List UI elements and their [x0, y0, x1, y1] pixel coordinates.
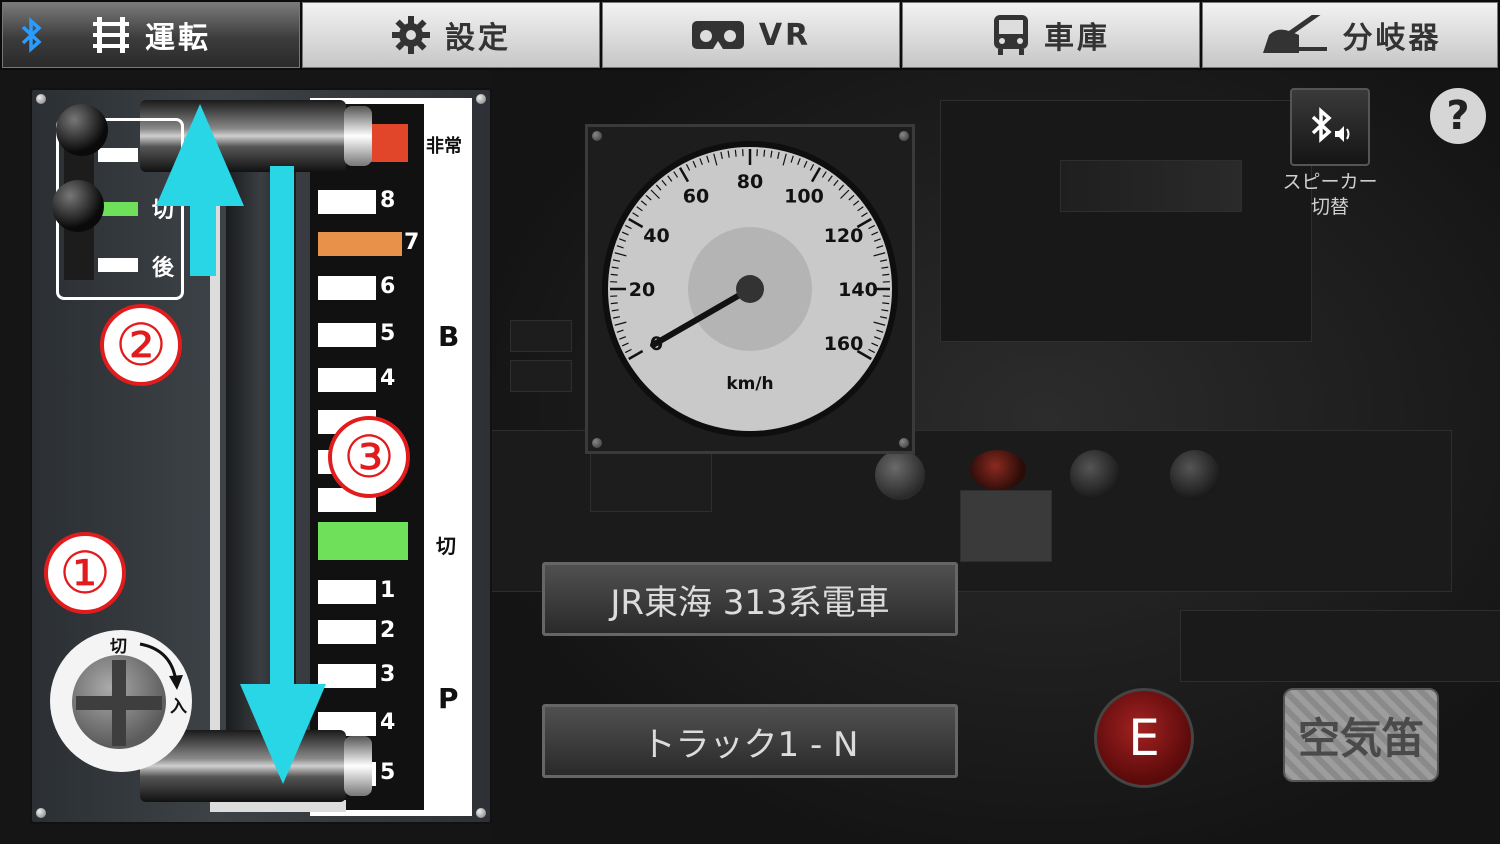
speedometer-tick — [610, 302, 618, 305]
air-horn-button[interactable]: 空気笛 — [1283, 688, 1439, 782]
tab-bar: 運転 設定 VR 車庫 分岐器 — [0, 0, 1500, 70]
reverser-reverse-mark — [98, 258, 138, 272]
tab-driving[interactable]: 運転 — [2, 2, 300, 68]
tab-vr-label: VR — [758, 17, 812, 53]
slide-arrow-icon — [156, 104, 326, 784]
cab-screen — [1060, 160, 1242, 212]
power-zone-label: P — [438, 682, 459, 715]
bluetooth-speaker-icon — [1311, 107, 1350, 143]
speaker-toggle-label: スピーカー 切替 — [1265, 170, 1395, 220]
speedometer: 020406080100120140160 km/h — [602, 141, 898, 437]
track-icon — [93, 17, 129, 53]
speedometer-label: 140 — [838, 279, 878, 301]
speedometer-tick — [882, 273, 890, 276]
reverser-knob-top[interactable] — [56, 104, 108, 156]
tab-vr[interactable]: VR — [602, 2, 900, 68]
notch-label: 5 — [380, 760, 396, 785]
tab-turnout-label: 分岐器 — [1342, 21, 1442, 56]
notch-label: 8 — [380, 188, 396, 213]
screw — [592, 438, 602, 448]
screw — [36, 808, 46, 818]
cab-knob — [875, 450, 925, 500]
tab-depot[interactable]: 車庫 — [902, 2, 1200, 68]
speedometer-hub — [736, 275, 764, 303]
tab-settings[interactable]: 設定 — [302, 2, 600, 68]
cab-block — [960, 490, 1052, 562]
brake-zone-label: B — [438, 320, 460, 353]
key-off-label: 切 — [110, 637, 127, 657]
callout-3: ③ — [328, 416, 410, 498]
speedometer-tick — [763, 149, 766, 157]
track-display[interactable]: トラック1 - N — [542, 704, 958, 778]
screw — [899, 131, 909, 141]
cab-knob — [1070, 450, 1120, 500]
notch-label: 4 — [380, 366, 396, 391]
train-icon — [994, 15, 1028, 55]
power-handle-cap — [344, 736, 372, 796]
emergency-label: 非常 — [426, 136, 462, 157]
train-name-display[interactable]: JR東海 313系電車 — [542, 562, 958, 636]
cab-switch-block — [590, 450, 712, 512]
tab-settings-label: 設定 — [445, 21, 511, 56]
reverser-forward-mark — [98, 148, 138, 162]
speedometer-label: 100 — [784, 185, 824, 207]
speaker-label-line1: スピーカー — [1282, 171, 1378, 193]
speaker-label-line2: 切替 — [1310, 196, 1349, 218]
cab-display-panel — [940, 100, 1312, 342]
speedometer-label: 120 — [824, 225, 864, 247]
bluetooth-icon — [21, 17, 42, 53]
screw — [476, 808, 486, 818]
screw — [36, 94, 46, 104]
cab-knob — [1170, 450, 1220, 500]
speedometer-tick — [882, 302, 890, 305]
speedometer-unit: km/h — [726, 374, 773, 394]
reverser-knob[interactable] — [52, 180, 104, 232]
speaker-toggle-button[interactable] — [1290, 88, 1370, 166]
notch-label: 1 — [380, 578, 396, 603]
off-label: 切 — [436, 534, 456, 558]
notch-label: 2 — [380, 618, 396, 643]
cab-red-button — [970, 450, 1026, 490]
switch-machine-icon — [1262, 15, 1327, 53]
callout-1: ① — [44, 532, 126, 614]
notch-label: 4 — [380, 710, 396, 735]
reverser-neutral-mark — [98, 202, 138, 216]
speedometer-tick — [610, 273, 618, 276]
help-button[interactable]: ? — [1430, 88, 1486, 144]
notch-label: 6 — [380, 274, 396, 299]
emergency-button[interactable]: E — [1094, 688, 1194, 788]
tab-driving-label: 運転 — [145, 21, 211, 56]
screw — [899, 438, 909, 448]
notch-label: 3 — [380, 662, 396, 687]
screw — [476, 94, 486, 104]
notch-label: 7 — [404, 230, 420, 255]
cab-side-panel — [1180, 610, 1500, 682]
tab-turnout[interactable]: 分岐器 — [1202, 2, 1498, 68]
vr-goggles-icon — [691, 21, 744, 49]
callout-2: ② — [100, 304, 182, 386]
tab-depot-label: 車庫 — [1044, 21, 1110, 56]
speedometer-label: 160 — [824, 333, 864, 355]
speedometer-label: 60 — [683, 185, 709, 207]
speedometer-label: 20 — [629, 279, 655, 301]
notch-label: 5 — [380, 321, 396, 346]
speedometer-tick — [734, 149, 737, 157]
cab-switch — [510, 360, 572, 392]
brake-handle-cap — [344, 106, 372, 166]
speedometer-label: 80 — [737, 171, 763, 193]
cab-switch — [510, 320, 572, 352]
speedometer-label: 40 — [643, 225, 669, 247]
gear-icon — [392, 16, 430, 54]
